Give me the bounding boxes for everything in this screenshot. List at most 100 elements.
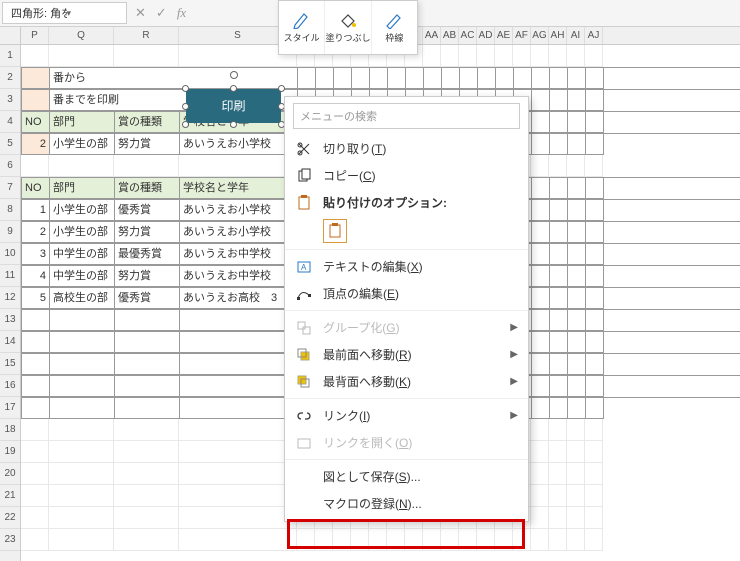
row-header[interactable]: 19 — [0, 441, 20, 463]
cell[interactable] — [460, 68, 478, 89]
cell[interactable]: 最優秀賞 — [115, 244, 180, 265]
cell[interactable] — [568, 178, 586, 199]
cell[interactable]: NO — [22, 112, 50, 133]
cell[interactable] — [550, 112, 568, 133]
menu-save-as-picture[interactable]: 図として保存(S)... — [285, 463, 528, 490]
cell[interactable] — [550, 244, 568, 265]
cell[interactable] — [115, 398, 180, 419]
cell[interactable] — [114, 155, 179, 177]
cell[interactable] — [586, 288, 604, 309]
cell[interactable] — [49, 155, 114, 177]
cell[interactable] — [49, 419, 114, 441]
cell[interactable] — [567, 507, 585, 529]
cell[interactable] — [114, 441, 179, 463]
cell[interactable] — [586, 112, 604, 133]
cell[interactable] — [568, 332, 586, 353]
cell[interactable]: あいうえお中学校 — [180, 266, 298, 287]
cell[interactable] — [550, 332, 568, 353]
cell[interactable] — [549, 441, 567, 463]
cell[interactable] — [114, 529, 179, 551]
cell[interactable]: あいうえお小学校 — [180, 222, 298, 243]
name-box[interactable]: 四角形: 角を... ▾ — [2, 2, 127, 24]
cell[interactable]: 3 — [22, 244, 50, 265]
cell[interactable] — [532, 376, 550, 397]
menu-edit-text[interactable]: A テキストの編集(X) — [285, 253, 528, 280]
cell[interactable]: 2 — [22, 134, 50, 155]
cell[interactable] — [585, 485, 603, 507]
cell[interactable] — [567, 485, 585, 507]
cell[interactable] — [532, 134, 550, 155]
cell[interactable]: あいうえお中学校 — [180, 244, 298, 265]
cell[interactable] — [179, 155, 297, 177]
cell[interactable] — [568, 310, 586, 331]
cell[interactable] — [114, 485, 179, 507]
cell[interactable] — [550, 354, 568, 375]
row-header[interactable]: 6 — [0, 155, 20, 177]
cell[interactable] — [459, 529, 477, 551]
cell[interactable] — [531, 485, 549, 507]
cell[interactable] — [568, 222, 586, 243]
cell[interactable]: 4 — [22, 266, 50, 287]
cell[interactable] — [180, 310, 298, 331]
cell[interactable] — [179, 485, 297, 507]
cell[interactable] — [585, 155, 603, 177]
row-header[interactable]: 15 — [0, 353, 20, 375]
cell[interactable] — [550, 134, 568, 155]
cell[interactable]: 努力賞 — [115, 134, 180, 155]
row-header[interactable]: 5 — [0, 133, 20, 155]
cell[interactable] — [532, 398, 550, 419]
cell[interactable] — [550, 90, 568, 111]
cell[interactable] — [351, 529, 369, 551]
cell[interactable] — [532, 310, 550, 331]
paste-keep-source-button[interactable] — [323, 219, 347, 243]
cell[interactable] — [115, 376, 180, 397]
cell[interactable] — [549, 485, 567, 507]
cell[interactable] — [585, 463, 603, 485]
cell[interactable] — [179, 441, 297, 463]
cell[interactable] — [297, 529, 315, 551]
cell[interactable]: 中学生の部 — [50, 266, 115, 287]
cell[interactable] — [550, 178, 568, 199]
fx-icon[interactable]: fx — [177, 5, 186, 21]
cell[interactable] — [114, 507, 179, 529]
cell[interactable]: 2 — [22, 222, 50, 243]
cell[interactable] — [21, 419, 49, 441]
cell[interactable] — [568, 398, 586, 419]
cell[interactable] — [180, 398, 298, 419]
cell[interactable] — [585, 45, 603, 67]
cell[interactable] — [180, 376, 298, 397]
cell[interactable] — [49, 45, 114, 67]
cell[interactable] — [531, 529, 549, 551]
cell[interactable] — [49, 463, 114, 485]
cell[interactable] — [388, 68, 406, 89]
row-header[interactable]: 2 — [0, 67, 20, 89]
cell[interactable] — [22, 354, 50, 375]
resize-handle[interactable] — [278, 85, 285, 92]
cell[interactable] — [567, 45, 585, 67]
cell[interactable] — [567, 419, 585, 441]
cell[interactable] — [50, 398, 115, 419]
cell[interactable] — [49, 529, 114, 551]
cell[interactable] — [568, 112, 586, 133]
cell[interactable] — [114, 419, 179, 441]
shape-outline-button[interactable]: 枠線 — [372, 1, 417, 54]
cell[interactable] — [531, 155, 549, 177]
cell[interactable] — [50, 310, 115, 331]
resize-handle[interactable] — [182, 85, 189, 92]
cell[interactable] — [115, 332, 180, 353]
menu-link[interactable]: リンク(I) ▶ — [285, 402, 528, 429]
cell[interactable] — [179, 507, 297, 529]
cell[interactable] — [180, 332, 298, 353]
cell[interactable] — [550, 68, 568, 89]
cell[interactable] — [513, 529, 531, 551]
col-header[interactable]: AD — [477, 27, 495, 44]
row-header[interactable]: 7 — [0, 177, 20, 199]
rotate-handle[interactable] — [230, 71, 238, 79]
cell[interactable]: 小学生の部 — [50, 134, 115, 155]
cell[interactable] — [532, 288, 550, 309]
row-header[interactable]: 20 — [0, 463, 20, 485]
cell[interactable]: 5 — [22, 288, 50, 309]
cell[interactable] — [423, 45, 441, 67]
cell[interactable] — [586, 200, 604, 221]
cell[interactable] — [22, 310, 50, 331]
